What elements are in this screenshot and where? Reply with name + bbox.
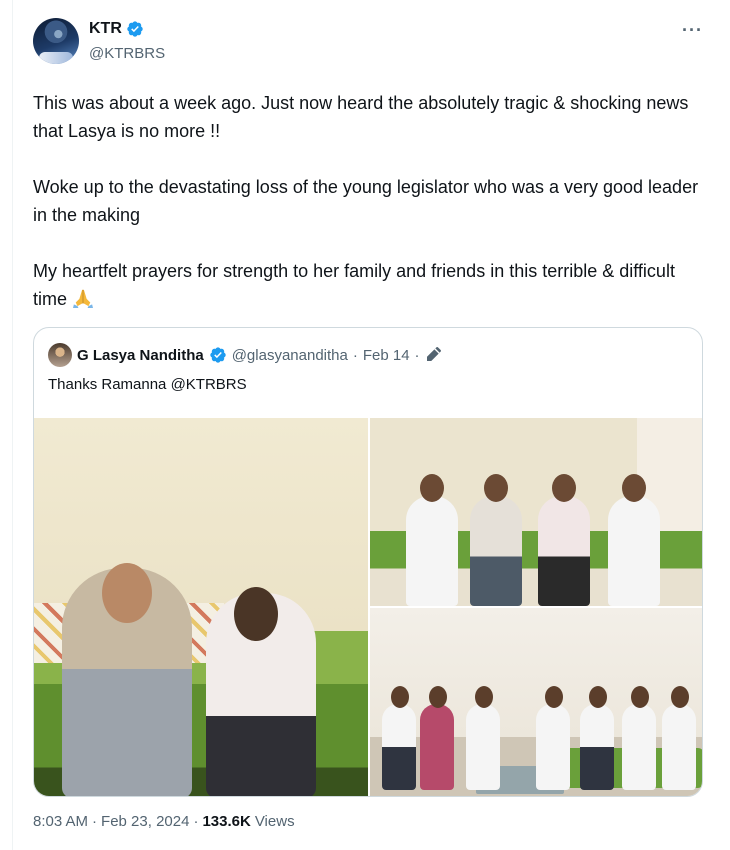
separator-dot: · [92,813,98,830]
photo-person [470,474,522,606]
pencil-icon [426,347,441,361]
views-count: 133.6K [202,813,251,830]
author-handle[interactable]: @KTRBRS [89,45,165,62]
photo-person [580,686,614,790]
photo-person [420,686,454,790]
photo-person [466,686,500,790]
quoted-author-handle: @glasyananditha [231,346,348,364]
more-horizontal-icon[interactable]: ··· [682,20,703,41]
verified-badge-icon [127,21,143,37]
separator-dot: · [193,813,199,830]
separator-dot: · [414,346,420,364]
photo-person [406,474,458,606]
quoted-tweet-date: Feb 14 [362,346,410,364]
tweet-metadata: 8:03 AM · Feb 23, 2024 · 133.6K Views [33,813,295,830]
author-display-name[interactable]: KTR [89,20,122,38]
media-photo-1[interactable] [34,418,368,796]
tweet-paragraph: Woke up to the devastating loss of the y… [33,177,699,225]
verified-badge-icon [210,347,226,363]
folded-hands-emoji [73,289,94,308]
media-photo-3[interactable] [370,608,702,796]
photo-person [662,686,696,790]
author-name-row: KTR [89,20,144,38]
photo-person [206,587,316,796]
quoted-tweet-media-grid [34,418,702,796]
tweet-text: This was about a week ago. Just now hear… [33,89,703,313]
tweet-date[interactable]: Feb 23, 2024 [101,813,189,830]
tweet-paragraph-text: My heartfelt prayers for strength to her… [33,261,675,309]
photo-person [382,686,416,790]
separator-dot: · [352,346,358,364]
tweet-header: KTR @KTRBRS ··· [33,12,703,72]
tweet-time[interactable]: 8:03 AM [33,813,88,830]
photo-person [538,474,590,606]
views-label: Views [254,813,295,830]
tweet: KTR @KTRBRS ··· This was about a week ag… [33,12,703,797]
quoted-tweet-text: Thanks Ramanna @KTRBRS [48,376,247,393]
photo-person [536,686,570,790]
photo-person [622,686,656,790]
photo-person-head [234,587,278,641]
quoted-tweet-header: G Lasya Nanditha @glasyananditha · Feb 1… [48,343,441,367]
timeline-divider [12,0,13,850]
tweet-paragraph: My heartfelt prayers for strength to her… [33,257,703,313]
tweet-paragraph: This was about a week ago. Just now hear… [33,93,689,141]
photo-person-head [102,563,152,623]
photo-person [62,563,192,796]
quoted-tweet[interactable]: G Lasya Nanditha @glasyananditha · Feb 1… [33,327,703,797]
quoted-author-display-name: G Lasya Nanditha [77,346,204,364]
media-photo-2[interactable] [370,418,702,606]
author-avatar[interactable] [33,18,79,64]
photo-person [608,474,660,606]
quoted-author-avatar [48,343,72,367]
